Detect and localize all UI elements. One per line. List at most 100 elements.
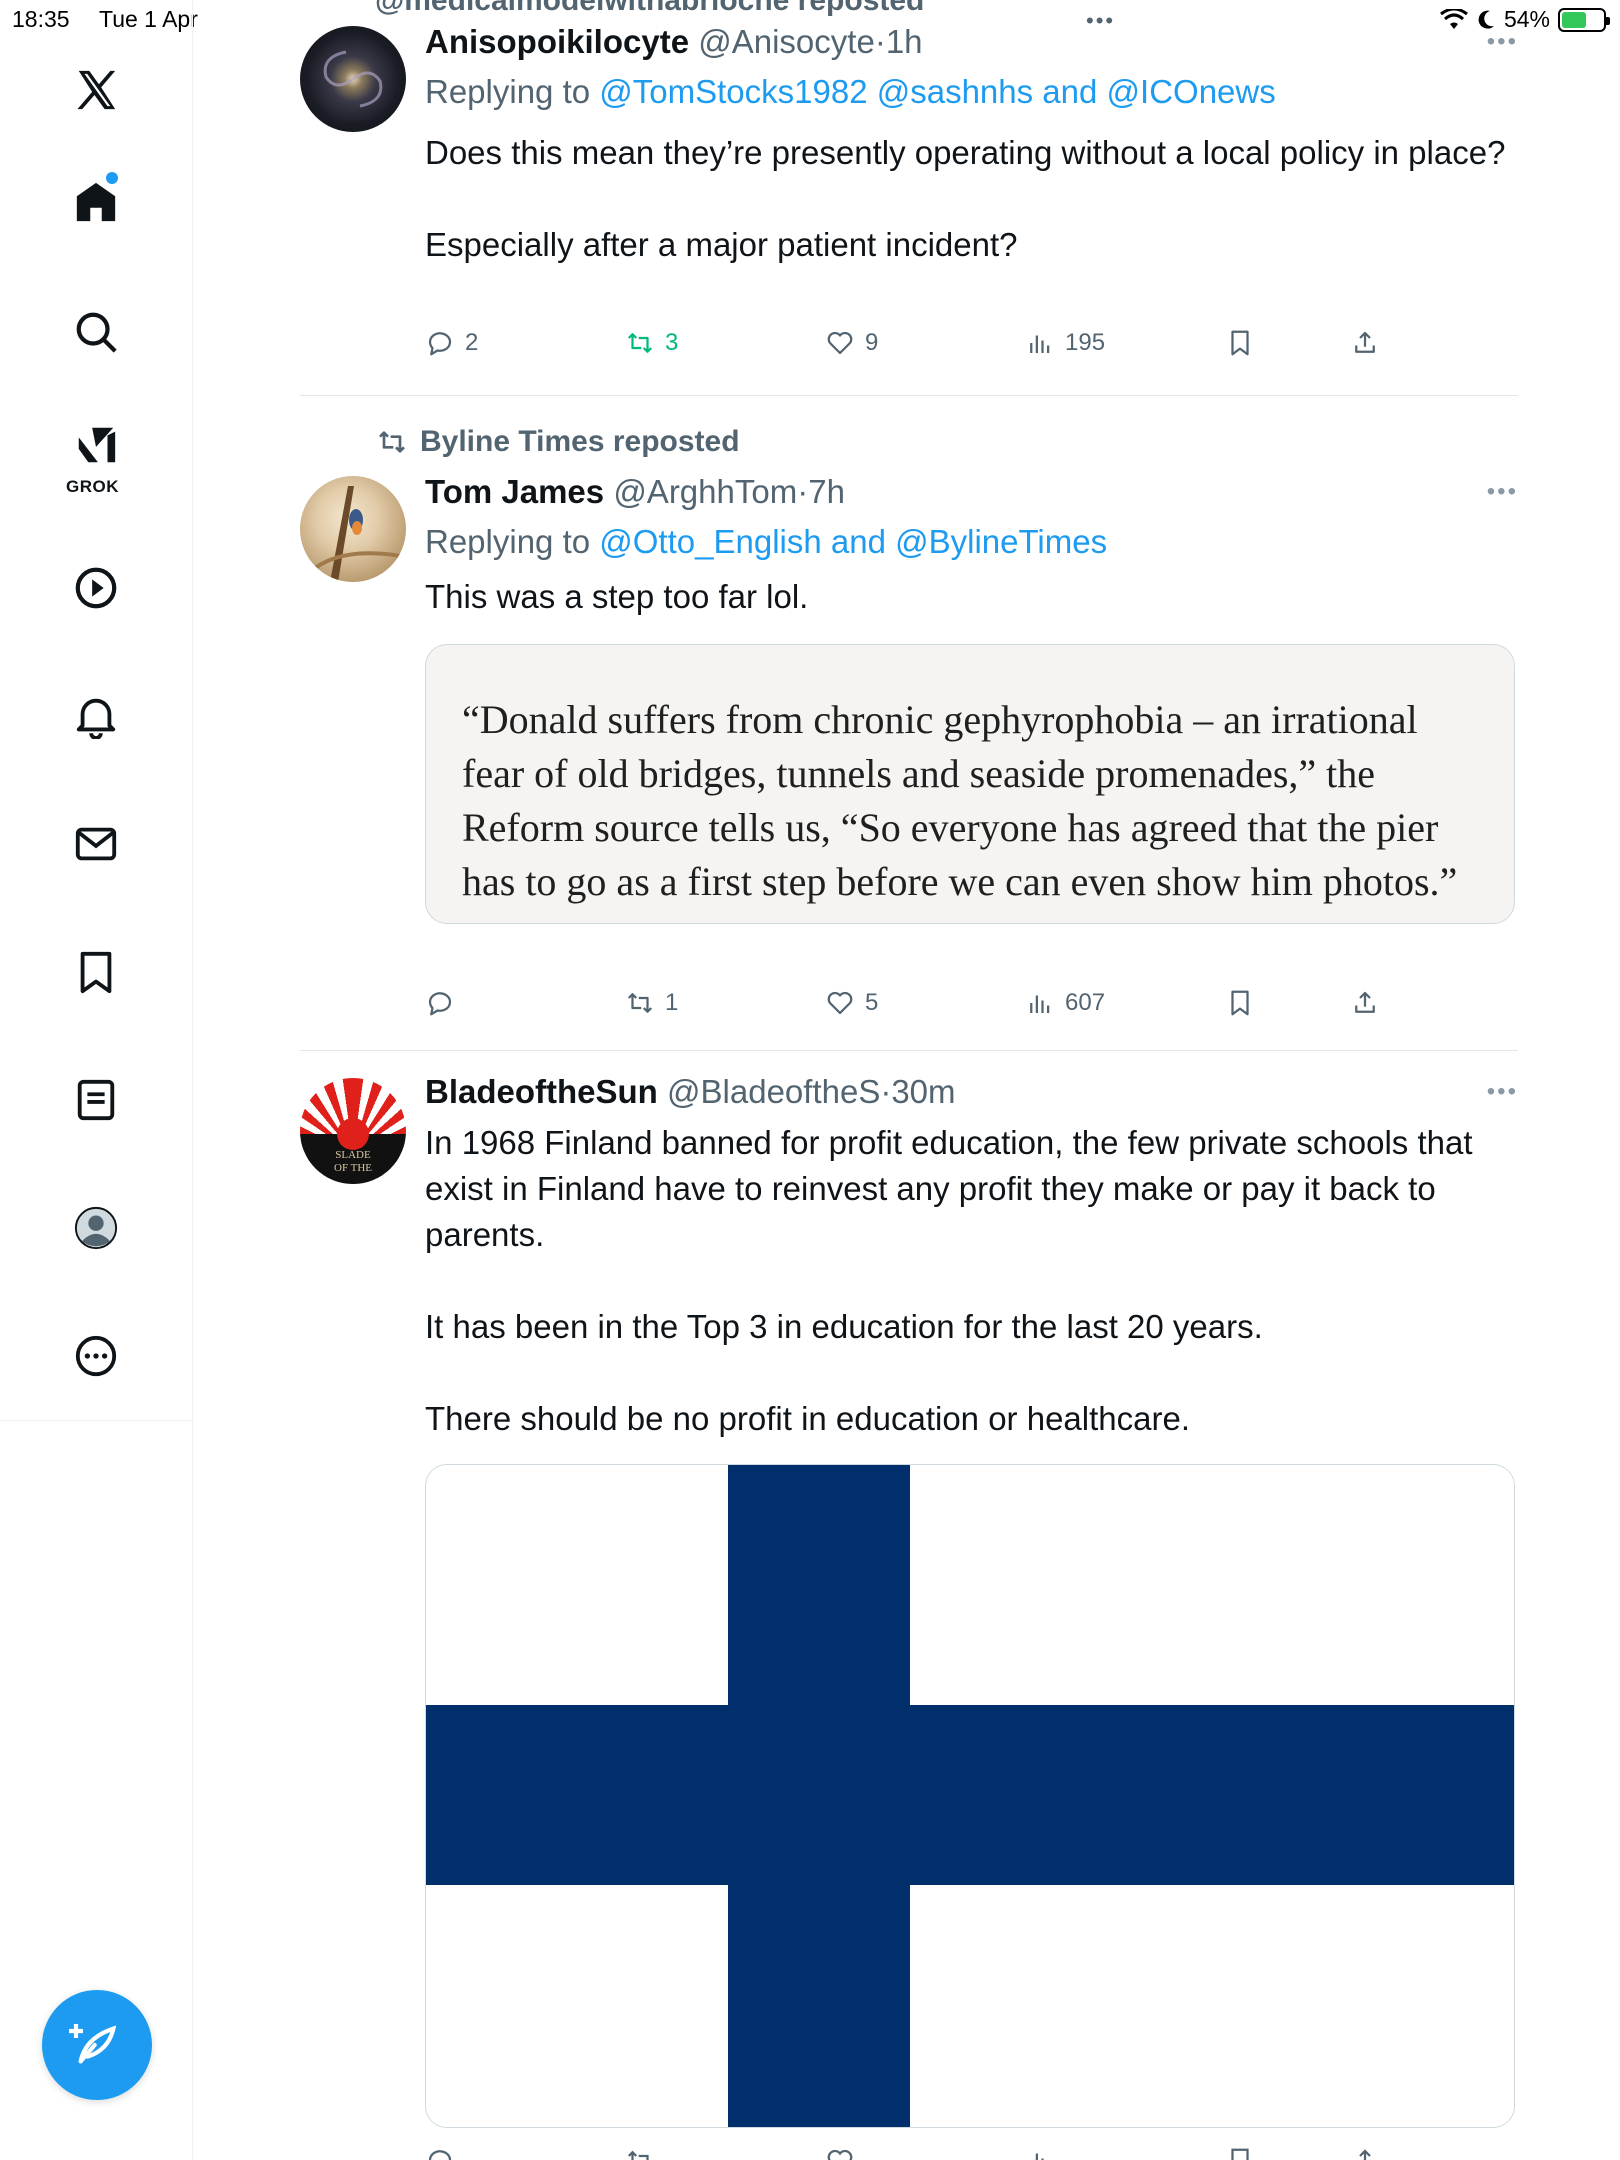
reposted-label: Byline Times reposted xyxy=(376,425,740,459)
views-icon xyxy=(1030,995,1050,1013)
share-button[interactable] xyxy=(1350,988,1380,1018)
like-button[interactable]: 5 xyxy=(825,988,878,1018)
repost-icon xyxy=(627,333,653,353)
timestamp[interactable]: 30m xyxy=(891,1073,955,1110)
bookmarks-icon[interactable] xyxy=(56,932,136,1012)
views-button[interactable] xyxy=(1025,2146,1055,2160)
views-button[interactable]: 195 xyxy=(1025,328,1105,358)
handle[interactable]: @Anisocyte xyxy=(698,23,875,60)
display-name[interactable]: BladeoftheSun xyxy=(425,1073,658,1110)
reposted-by-text[interactable]: Byline Times reposted xyxy=(420,425,740,459)
action-bar: 1 5 607 xyxy=(425,988,1515,1032)
video-icon[interactable] xyxy=(56,548,136,628)
svg-text:OF THE: OF THE xyxy=(334,1162,372,1174)
post-divider xyxy=(300,1050,1518,1051)
post-header: Tom James @ArghhTom·7h xyxy=(425,472,1518,512)
views-button[interactable]: 607 xyxy=(1025,988,1105,1018)
lists-icon[interactable] xyxy=(56,1060,136,1140)
messages-icon[interactable] xyxy=(56,804,136,884)
notification-dot xyxy=(106,172,118,184)
repost-button[interactable] xyxy=(625,2146,655,2160)
handle[interactable]: @ArghhTom xyxy=(613,473,797,510)
heart-icon xyxy=(827,991,853,1015)
replying-to: Replying to @Otto_English and @BylineTim… xyxy=(425,518,1518,566)
reply-icon xyxy=(428,2150,452,2160)
reply-count: 2 xyxy=(465,329,479,356)
handle[interactable]: @BladeoftheS xyxy=(667,1073,880,1110)
view-count: 607 xyxy=(1065,989,1106,1016)
quote-image-card[interactable]: “Donald suffers from chronic gephyrophob… xyxy=(425,644,1515,924)
heart-icon xyxy=(827,2149,853,2160)
display-name[interactable]: Tom James xyxy=(425,473,604,510)
timestamp[interactable]: 7h xyxy=(808,473,845,510)
compose-button[interactable] xyxy=(42,1990,152,2100)
reply-button[interactable] xyxy=(425,988,465,1018)
timestamp[interactable]: 1h xyxy=(886,23,923,60)
heart-icon xyxy=(827,331,853,355)
post-header: Anisopoikilocyte @Anisocyte·1h xyxy=(425,22,1518,62)
repost-button[interactable]: 1 xyxy=(625,988,678,1018)
separator-dot: · xyxy=(797,473,809,510)
bookmark-button[interactable] xyxy=(1225,2146,1255,2160)
post-text: Does this mean they’re presently operati… xyxy=(425,134,1506,263)
bookmark-button[interactable] xyxy=(1225,328,1255,358)
share-button[interactable] xyxy=(1350,2146,1380,2160)
bookmark-icon xyxy=(1231,2148,1249,2160)
battery-icon xyxy=(1558,7,1610,32)
more-options-icon[interactable]: ••• xyxy=(1487,478,1518,506)
reply-button[interactable] xyxy=(425,2146,455,2160)
share-icon xyxy=(1355,991,1375,1013)
notifications-icon[interactable] xyxy=(56,676,136,756)
sidebar-divider xyxy=(0,1420,193,1421)
post-divider xyxy=(300,395,1518,396)
finland-flag-image[interactable] xyxy=(425,1464,1515,2128)
home-icon[interactable] xyxy=(56,162,136,242)
repost-icon xyxy=(627,2150,649,2160)
share-icon xyxy=(1359,2149,1371,2160)
x-logo-icon[interactable] xyxy=(56,50,136,130)
sidebar: GROK xyxy=(0,0,193,2160)
like-count: 5 xyxy=(865,989,879,1016)
avatar[interactable]: SLADE OF THE xyxy=(300,1078,406,1184)
reply-button[interactable]: 2 xyxy=(425,328,478,358)
like-button[interactable] xyxy=(825,2146,855,2160)
replying-to: Replying to @TomStocks1982 @sashnhs and … xyxy=(425,68,1518,116)
more-options-icon[interactable]: ••• xyxy=(1487,1078,1518,1106)
reply-prefix: Replying to xyxy=(425,73,600,110)
repost-small-icon xyxy=(379,431,405,453)
bookmark-button[interactable] xyxy=(1225,988,1255,1018)
action-bar-partial xyxy=(425,2146,1515,2160)
views-icon xyxy=(1035,2153,1044,2160)
post-text: In 1968 Finland banned for profit educat… xyxy=(425,1124,1473,1437)
views-icon xyxy=(1030,335,1050,353)
reply-mentions[interactable]: @TomStocks1982 @sashnhs and @ICOnews xyxy=(599,73,1275,110)
grok-icon[interactable] xyxy=(56,415,136,475)
avatar[interactable] xyxy=(300,476,406,582)
bookmark-icon xyxy=(1231,990,1249,1016)
more-icon[interactable] xyxy=(56,1316,136,1396)
reply-prefix: Replying to xyxy=(425,523,600,560)
view-count: 195 xyxy=(1065,329,1106,356)
repost-count: 1 xyxy=(665,989,679,1016)
cut-off-repost-label: @medicalmodelwithabrioche reposted xyxy=(375,0,925,17)
compose-feather-icon xyxy=(69,2024,117,2064)
search-icon[interactable] xyxy=(56,292,136,372)
profile-icon[interactable] xyxy=(56,1188,136,1268)
repost-icon xyxy=(627,993,653,1013)
bookmark-icon xyxy=(1231,330,1249,356)
quote-text: “Donald suffers from chronic gephyrophob… xyxy=(462,697,1458,904)
reply-mentions[interactable]: @Otto_English and @BylineTimes xyxy=(599,523,1107,560)
like-count: 9 xyxy=(865,329,879,356)
share-button[interactable] xyxy=(1350,328,1380,358)
repost-count: 3 xyxy=(665,329,679,356)
grok-label: GROK xyxy=(66,477,119,496)
svg-text:SLADE: SLADE xyxy=(335,1149,371,1161)
like-button[interactable]: 9 xyxy=(825,328,878,358)
more-options-icon[interactable]: ••• xyxy=(1487,28,1518,56)
separator-dot: · xyxy=(874,23,886,60)
separator-dot: · xyxy=(880,1073,892,1110)
display-name[interactable]: Anisopoikilocyte xyxy=(425,23,689,60)
avatar[interactable] xyxy=(300,26,406,132)
reply-icon xyxy=(428,992,452,1016)
repost-button[interactable]: 3 xyxy=(625,328,678,358)
